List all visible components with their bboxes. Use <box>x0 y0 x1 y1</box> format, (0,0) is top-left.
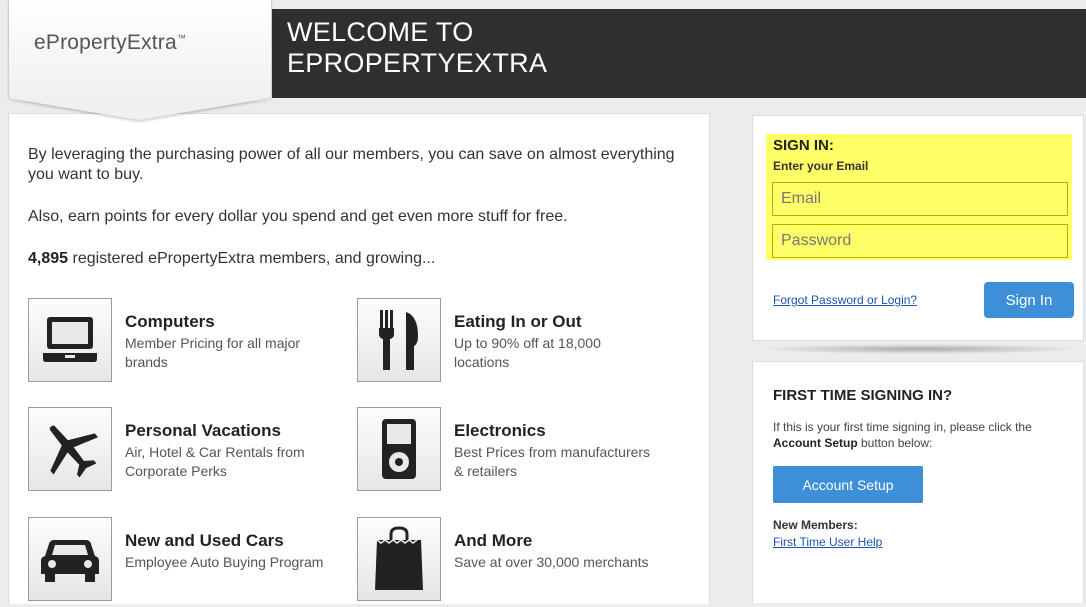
account-setup-button[interactable]: Account Setup <box>773 466 923 503</box>
signin-title: SIGN IN: <box>773 137 834 154</box>
feature-desc: Save at over 30,000 merchants <box>454 554 649 570</box>
intro-text: By leveraging the purchasing power of al… <box>28 146 675 183</box>
feature-eating[interactable]: Eating In or Out Up to 90% off at 18,000… <box>357 298 667 388</box>
first-time-instructions: If this is your first time signing in, p… <box>773 420 1032 450</box>
first-time-help-link[interactable]: First Time User Help <box>773 535 882 549</box>
feature-desc: Best Prices from manufacturers & retaile… <box>454 444 651 479</box>
fork-knife-icon <box>357 298 441 382</box>
forgot-password-link[interactable]: Forgot Password or Login? <box>773 293 917 307</box>
feature-desc: Employee Auto Buying Program <box>125 554 324 570</box>
sign-in-button[interactable]: Sign In <box>984 282 1074 318</box>
header-bar: WELCOME TO EPROPERTYEXTRA <box>270 9 1086 98</box>
feature-desc: Member Pricing for all major brands <box>125 335 301 370</box>
feature-title: Eating In or Out <box>454 312 582 331</box>
first-time-title: FIRST TIME SIGNING IN? <box>773 387 953 404</box>
content-panel: By leveraging the purchasing power of al… <box>8 113 710 604</box>
member-count: 4,895 <box>28 250 69 267</box>
feature-and-more[interactable]: And More Save at over 30,000 merchants <box>357 517 667 607</box>
laptop-icon <box>28 298 112 382</box>
first-time-panel: FIRST TIME SIGNING IN? If this is your f… <box>752 361 1084 603</box>
password-input[interactable] <box>772 224 1068 258</box>
feature-title: Computers <box>125 312 215 331</box>
media-player-icon <box>357 407 441 491</box>
feature-desc: Up to 90% off at 18,000 locations <box>454 335 601 370</box>
points-text: Also, earn points for every dollar you s… <box>28 208 568 225</box>
feature-title: Personal Vacations <box>125 421 281 440</box>
new-members-label: New Members: <box>773 518 858 532</box>
feature-cars[interactable]: New and Used Cars Employee Auto Buying P… <box>28 517 338 607</box>
feature-electronics[interactable]: Electronics Best Prices from manufacture… <box>357 407 667 497</box>
feature-vacations[interactable]: Personal Vacations Air, Hotel & Car Rent… <box>28 407 338 497</box>
page-title: WELCOME TO EPROPERTYEXTRA <box>287 17 548 78</box>
shopping-bag-icon <box>357 517 441 601</box>
member-count-text: 4,895 registered ePropertyExtra members,… <box>28 250 436 267</box>
signin-subtitle: Enter your Email <box>773 159 869 173</box>
signin-panel: SIGN IN: Enter your Email Forgot Passwor… <box>752 115 1084 341</box>
panel-shadow <box>757 344 1083 354</box>
feature-computers[interactable]: Computers Member Pricing for all major b… <box>28 298 338 388</box>
feature-title: New and Used Cars <box>125 531 284 550</box>
logo-pointer <box>8 98 270 120</box>
logo-text: ePropertyExtra™ <box>34 31 187 54</box>
airplane-icon <box>28 407 112 491</box>
signin-highlight: SIGN IN: Enter your Email <box>766 134 1072 260</box>
logo[interactable]: ePropertyExtra™ <box>8 0 272 98</box>
feature-title: Electronics <box>454 421 546 440</box>
feature-title: And More <box>454 531 533 550</box>
car-icon <box>28 517 112 601</box>
email-input[interactable] <box>772 182 1068 216</box>
feature-desc: Air, Hotel & Car Rentals from Corporate … <box>125 444 305 479</box>
